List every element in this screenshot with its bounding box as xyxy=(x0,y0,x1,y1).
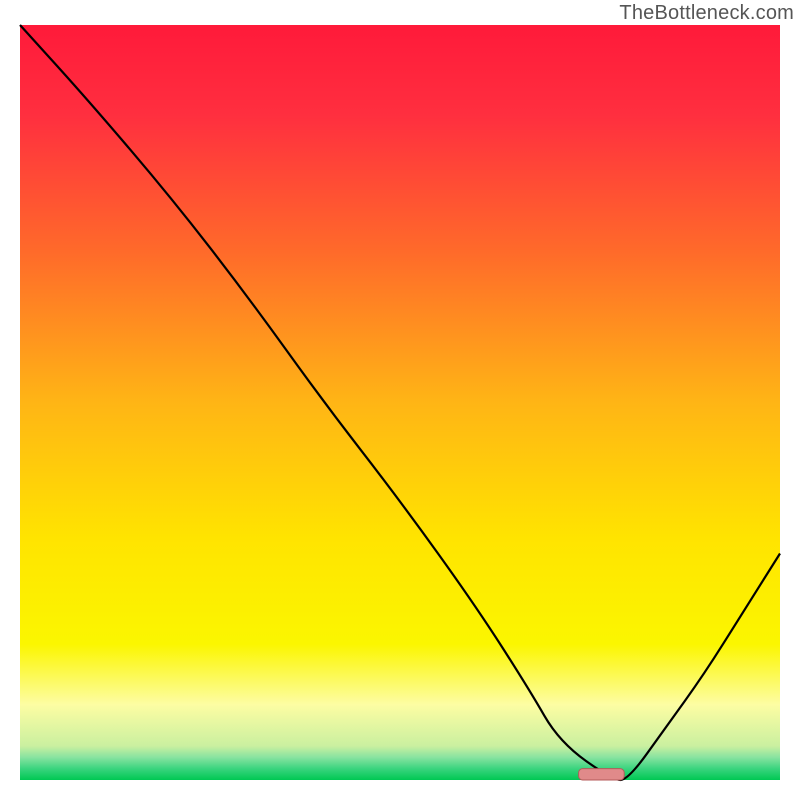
optimal-marker xyxy=(579,769,625,780)
gradient-background xyxy=(20,25,780,780)
bottleneck-chart xyxy=(0,0,800,800)
chart-canvas: TheBottleneck.com xyxy=(0,0,800,800)
watermark-text: TheBottleneck.com xyxy=(619,2,794,25)
